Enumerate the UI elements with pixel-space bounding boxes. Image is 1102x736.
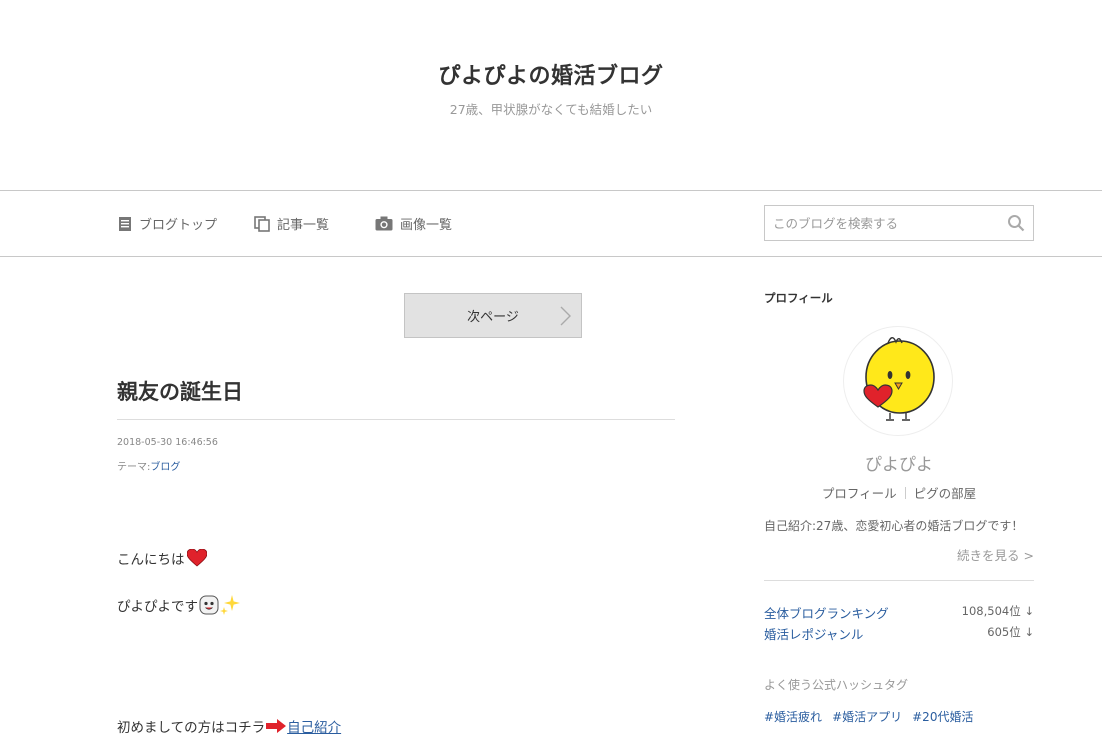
search-box (764, 205, 1034, 241)
hashtag-item[interactable]: #婚活アプリ (832, 710, 902, 724)
article-theme: テーマ:ブログ (117, 458, 180, 473)
ranking-overall-link[interactable]: 全体ブログランキング (764, 603, 889, 622)
avatar[interactable] (844, 327, 952, 435)
next-page-button[interactable]: 次ページ (404, 293, 582, 338)
face-icon (199, 595, 219, 615)
nav-image-list-label: 画像一覧 (400, 218, 453, 233)
next-page-label: 次ページ (467, 310, 519, 325)
ranking-genre-link[interactable]: 婚活レポジャンル (764, 624, 863, 643)
blog-header: ぴよぴよの婚活ブログ 27歳、甲状腺がなくても結婚したい (0, 0, 1102, 190)
blog-subtitle: 27歳、甲状腺がなくても結婚したい (449, 102, 653, 117)
sidebar-divider (764, 580, 1034, 581)
article-divider (117, 419, 675, 420)
hashtag-list: #婚活疲れ #婚活アプリ #20代婚活 (764, 708, 983, 725)
article-line-intro: ぴよぴよです (117, 594, 241, 616)
article-line-firsttime: 初めましての方はコチラ 自己紹介 (117, 716, 341, 736)
nav-blog-top-label: ブログトップ (139, 218, 218, 233)
copy-icon (254, 215, 270, 232)
pig-room-link[interactable]: ピグの部屋 (914, 486, 977, 501)
article-line-greeting: こんにちは (117, 548, 207, 568)
camera-icon (375, 216, 393, 231)
article-line-firsttime-text: 初めましての方はコチラ (117, 720, 266, 736)
article-line-greeting-text: こんにちは (117, 552, 185, 568)
search-icon[interactable] (1007, 214, 1025, 232)
divider (904, 487, 906, 499)
profile-link[interactable]: プロフィール (822, 486, 897, 501)
profile-heading: プロフィール (764, 291, 833, 305)
nav-bar: ブログトップ 記事一覧 画像一覧 (0, 190, 1102, 257)
search-input[interactable] (765, 206, 995, 240)
hashtag-item[interactable]: #20代婚活 (912, 710, 973, 724)
article-theme-link[interactable]: ブログ (150, 462, 180, 473)
ranking-overall-value: 108,504位 ↓ (961, 604, 1034, 618)
profile-links: プロフィール ピグの部屋 (764, 483, 1034, 502)
ranking-genre-value: 605位 ↓ (987, 625, 1034, 639)
article-line-intro-text: ぴよぴよです (117, 599, 198, 615)
self-intro-link[interactable]: 自己紹介 (287, 716, 341, 736)
ranking-row: 全体ブログランキング 108,504位 ↓ (764, 603, 1034, 622)
sparkle-icon (220, 595, 240, 615)
article-title[interactable]: 親友の誕生日 (117, 376, 243, 406)
heart-icon (186, 549, 207, 567)
profile-intro: 自己紹介:27歳、恋愛初心者の婚活ブログです！ (764, 519, 1024, 533)
document-icon (119, 216, 131, 231)
read-more-link[interactable]: 続きを見る > (764, 545, 1034, 564)
hashtag-item[interactable]: #婚活疲れ (764, 710, 822, 724)
nav-article-list[interactable]: 記事一覧 (254, 214, 329, 233)
nav-article-list-label: 記事一覧 (277, 218, 330, 233)
chevron-right-icon (560, 306, 571, 326)
ranking-row: 婚活レポジャンル 605位 ↓ (764, 624, 1034, 643)
article-date: 2018-05-30 16:46:56 (117, 437, 218, 448)
article-theme-label: テーマ: (117, 462, 151, 473)
chick-avatar-icon (863, 337, 935, 421)
profile-name[interactable]: ぴよぴよ (764, 450, 1034, 475)
blog-title[interactable]: ぴよぴよの婚活ブログ (0, 58, 1102, 90)
hashtag-heading: よく使う公式ハッシュタグ (764, 678, 909, 692)
arrow-right-icon (266, 719, 287, 733)
nav-blog-top[interactable]: ブログトップ (118, 214, 217, 233)
nav-image-list[interactable]: 画像一覧 (375, 214, 452, 233)
